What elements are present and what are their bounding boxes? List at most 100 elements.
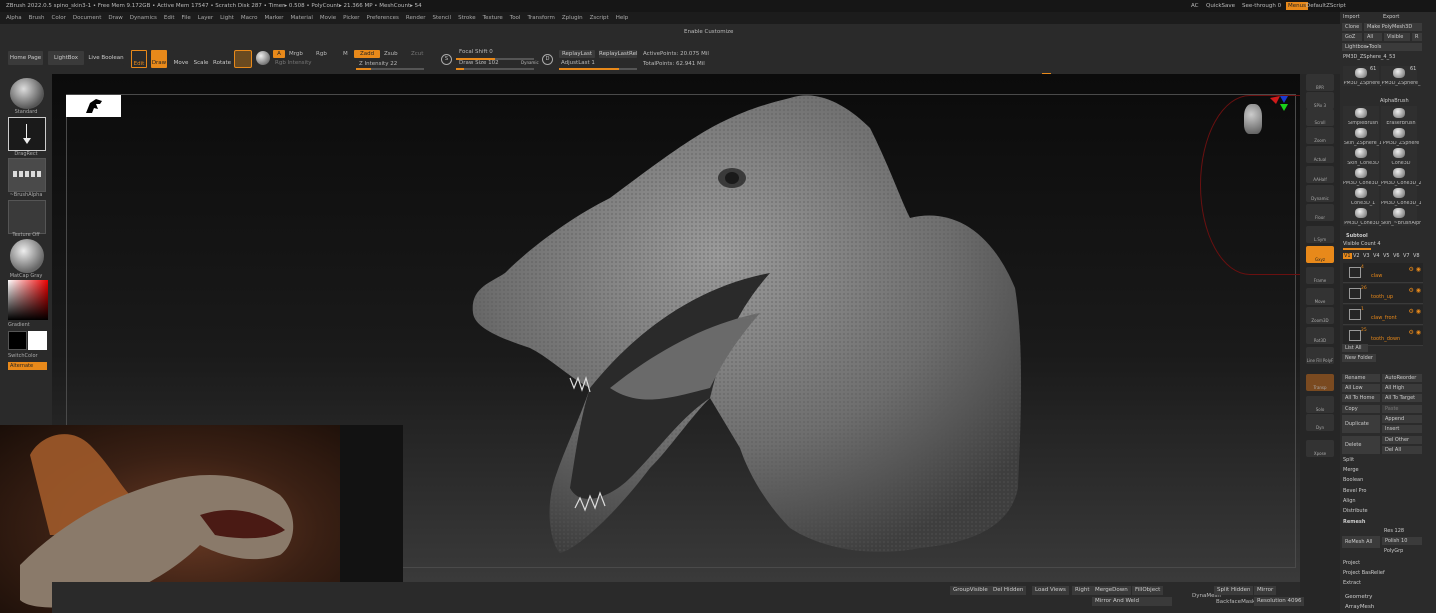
bevel-pro-section[interactable]: Bevel Pro <box>1343 488 1366 494</box>
subtool-row[interactable]: 4 claw ⚙ ◉ <box>1343 263 1423 283</box>
resolution-slider[interactable]: Resolution 4096 <box>1254 597 1305 606</box>
focal-shift-slider[interactable]: Focal Shift 0 <box>459 49 493 55</box>
shelf-zoom-button[interactable]: Zoom <box>1306 127 1334 144</box>
shelf-zoom3d-button[interactable]: Zoom3D <box>1306 307 1334 324</box>
default-script-button[interactable]: DefaultZScript <box>1306 0 1346 12</box>
alternate-button[interactable]: Alternate <box>8 362 47 370</box>
draw-size-slider[interactable]: Draw Size 102 <box>459 60 499 66</box>
export-button[interactable]: Export <box>1383 14 1399 20</box>
rotate-button[interactable]: Rotate <box>213 50 231 68</box>
boolean-section[interactable]: Boolean <box>1343 477 1363 483</box>
list-all-button[interactable]: List All <box>1342 344 1368 352</box>
s-circle-icon[interactable]: S <box>441 54 452 65</box>
make-polymesh-button[interactable]: Make PolyMesh3D <box>1364 23 1422 31</box>
shelf-line-fill-polyf-button[interactable]: Line Fill PolyF <box>1306 347 1334 364</box>
draw-size-track[interactable] <box>456 68 534 70</box>
shelf-spix-3-button[interactable]: SPix 3 <box>1306 92 1334 109</box>
menu-color[interactable]: Color <box>52 15 66 21</box>
zcut-button[interactable]: Zcut <box>411 51 423 57</box>
scale-button[interactable]: Scale <box>193 50 209 68</box>
r-button[interactable]: R <box>1412 33 1422 41</box>
align-section[interactable]: Align <box>1343 498 1356 504</box>
version-tab-v3[interactable]: V3 <box>1363 253 1370 259</box>
shelf-rot3d-button[interactable]: Rot3D <box>1306 327 1334 344</box>
menu-stencil[interactable]: Stencil <box>432 15 451 21</box>
tool-thumb[interactable]: Skin_Cone3D <box>1343 146 1379 166</box>
version-tab-v8[interactable]: V8 <box>1413 253 1420 259</box>
remesh-section[interactable]: Remesh <box>1343 519 1365 525</box>
secondary-color-swatch[interactable] <box>28 331 47 350</box>
shelf-transp-button[interactable]: Transp <box>1306 374 1334 391</box>
shelf-bpr-button[interactable]: BPR <box>1306 74 1334 91</box>
tool-thumb[interactable]: PM3D_Cone3D_1 <box>1381 186 1421 206</box>
all-low-button[interactable]: All Low <box>1342 384 1380 392</box>
live-boolean-button[interactable]: Live Boolean <box>88 51 124 65</box>
visible-count[interactable]: Visible Count 4 <box>1343 241 1381 247</box>
goz-button[interactable]: GoZ <box>1342 33 1362 41</box>
shelf-gxyz-button[interactable]: Gxyz <box>1306 246 1334 263</box>
shelf-scroll-button[interactable]: Scroll <box>1306 109 1334 126</box>
menu-render[interactable]: Render <box>406 15 426 21</box>
tool-thumb[interactable]: PM3D_Cone3D_1 <box>1343 166 1383 186</box>
del-all-button[interactable]: Del All <box>1382 446 1422 454</box>
m-button[interactable]: M <box>343 51 348 57</box>
rename-button[interactable]: Rename <box>1342 374 1380 382</box>
menu-light[interactable]: Light <box>220 15 234 21</box>
all-to-home-button[interactable]: All To Home <box>1342 394 1380 402</box>
dynamic-toggle[interactable]: Dynamic <box>521 60 539 65</box>
shelf-dynamic-persp-button[interactable]: Dynamic Persp <box>1306 185 1334 202</box>
fill-object-button[interactable]: FillObject <box>1132 586 1164 595</box>
menu-preferences[interactable]: Preferences <box>367 15 399 21</box>
standard-brush-icon[interactable] <box>10 78 44 109</box>
color-sphere-icon[interactable] <box>256 51 270 65</box>
remesh-all-button[interactable]: ReMesh All <box>1342 536 1380 548</box>
edit-button[interactable]: Edit <box>131 50 147 68</box>
load-views-button[interactable]: Load Views <box>1032 586 1069 595</box>
color-picker[interactable] <box>8 280 48 320</box>
distribute-section[interactable]: Distribute <box>1343 508 1368 514</box>
tool-thumb[interactable]: Cone3D <box>1381 146 1417 166</box>
see-through-slider[interactable]: See-through 0 <box>1242 0 1281 12</box>
tool-thumb[interactable]: Skin_ZSphere_1 <box>1343 126 1382 146</box>
menu-texture[interactable]: Texture <box>483 15 503 21</box>
spinosaurus-sculpt[interactable] <box>470 88 1030 563</box>
paste-button[interactable]: Paste <box>1382 405 1422 413</box>
shelf-actual-button[interactable]: Actual <box>1306 146 1334 163</box>
menu-zscript[interactable]: Zscript <box>590 15 609 21</box>
move-button[interactable]: Move <box>173 50 189 68</box>
version-tab-v2[interactable]: V2 <box>1353 253 1360 259</box>
version-tab-v5[interactable]: V5 <box>1383 253 1390 259</box>
tool-thumb[interactable]: Skin_~BrushAlph <box>1381 206 1421 226</box>
merge-section[interactable]: Merge <box>1343 467 1359 473</box>
d-circle-icon[interactable]: D <box>542 54 553 65</box>
auto-reorder-button[interactable]: AutoReorder <box>1382 374 1422 382</box>
tool-thumb[interactable]: PM3D_Cone3D_2 <box>1381 166 1421 186</box>
menu-tool[interactable]: Tool <box>510 15 521 21</box>
shelf-solo-button[interactable]: Solo <box>1306 396 1334 413</box>
replay-last-button[interactable]: ReplayLast <box>559 50 595 58</box>
subtool-row[interactable]: 26 tooth_up ⚙ ◉ <box>1343 284 1423 304</box>
copy-button[interactable]: Copy <box>1342 405 1380 413</box>
split-section[interactable]: Split <box>1343 457 1354 463</box>
menu-file[interactable]: File <box>182 15 191 21</box>
texture-off-icon[interactable] <box>8 200 46 234</box>
menu-help[interactable]: Help <box>616 15 629 21</box>
shelf-aahalf-button[interactable]: AAHalf <box>1306 166 1334 183</box>
menu-zplugin[interactable]: Zplugin <box>562 15 583 21</box>
quicksave-button[interactable]: QuickSave <box>1206 0 1235 12</box>
drag-rect-stroke-icon[interactable] <box>8 117 46 151</box>
version-tab-v6[interactable]: V6 <box>1393 253 1400 259</box>
tool-thumb[interactable]: PM3D_Cone3D_ <box>1343 206 1382 226</box>
del-other-button[interactable]: Del Other <box>1382 436 1422 444</box>
delete-button[interactable]: Delete <box>1342 436 1380 454</box>
geometry-section[interactable]: Geometry <box>1345 594 1372 600</box>
menu-material[interactable]: Material <box>291 15 313 21</box>
merge-down-button[interactable]: MergeDown <box>1092 586 1131 595</box>
menu-layer[interactable]: Layer <box>198 15 213 21</box>
del-hidden-button[interactable]: Del Hidden <box>990 586 1027 595</box>
z-intensity-track[interactable] <box>356 68 424 70</box>
a-button[interactable]: A <box>273 50 285 58</box>
material-swatch[interactable] <box>234 50 252 68</box>
insert-button[interactable]: Insert <box>1382 425 1422 433</box>
version-tab-v4[interactable]: V4 <box>1373 253 1380 259</box>
